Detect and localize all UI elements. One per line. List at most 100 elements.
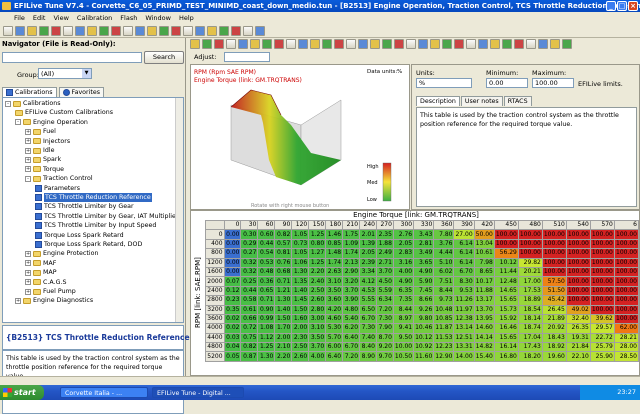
toolbar-button-icon[interactable]: [15, 25, 25, 36]
toolbar-button-icon[interactable]: [255, 25, 265, 36]
table-cell[interactable]: 11.53: [433, 332, 455, 344]
table-tool-icon[interactable]: [406, 39, 416, 49]
tree-node[interactable]: + MAP: [25, 268, 57, 277]
table-cell[interactable]: 0.68: [274, 266, 293, 278]
table-cell[interactable]: 0.32: [240, 257, 259, 268]
toolbar-button-icon[interactable]: [111, 25, 121, 36]
table-cell[interactable]: 100.00: [589, 285, 615, 297]
table-cell[interactable]: 100.00: [589, 257, 615, 268]
tree-node[interactable]: + C.A.G.S: [25, 278, 66, 287]
table-cell[interactable]: 39.62: [589, 313, 615, 325]
tree-node[interactable]: EFILive Custom Calibrations: [15, 108, 113, 117]
expand-icon[interactable]: +: [25, 260, 31, 267]
table-cell[interactable]: 1.12: [257, 332, 276, 344]
tree-node[interactable]: - Calibrations: [5, 99, 61, 108]
table-cell[interactable]: 8.90: [359, 351, 377, 362]
table-cell[interactable]: 0.57: [274, 238, 293, 250]
table-cell[interactable]: 0.00: [223, 266, 242, 278]
column-header[interactable]: 60: [257, 219, 276, 231]
column-header[interactable]: 6: [613, 219, 639, 231]
table-cell[interactable]: 0.90: [257, 304, 276, 315]
column-header[interactable]: 450: [493, 219, 519, 231]
toolbar-button-icon[interactable]: [87, 25, 97, 36]
table-cell[interactable]: 0.85: [325, 238, 344, 250]
table-cell[interactable]: 7.30: [359, 323, 377, 334]
row-header[interactable]: 400: [205, 238, 225, 250]
table-cell[interactable]: 100.00: [493, 229, 519, 240]
table-cell[interactable]: 6.02: [433, 266, 455, 278]
table-cell[interactable]: 12.38: [453, 313, 475, 325]
table-cell[interactable]: 0.76: [274, 257, 293, 268]
table-tool-icon[interactable]: [358, 39, 368, 49]
table-cell[interactable]: 2.10: [274, 342, 293, 353]
table-cell[interactable]: 1.05: [291, 248, 310, 259]
column-header[interactable]: 240: [359, 219, 377, 231]
table-cell[interactable]: 49.02: [565, 304, 591, 315]
tab-user-notes[interactable]: User notes: [460, 96, 503, 106]
column-header[interactable]: 510: [541, 219, 567, 231]
table-tool-icon[interactable]: [454, 39, 464, 49]
table-cell[interactable]: 0.54: [257, 248, 276, 259]
table-cell[interactable]: 100.00: [541, 248, 567, 259]
tab-calibrations[interactable]: Calibrations: [2, 87, 57, 97]
table-tool-icon[interactable]: [310, 39, 320, 49]
table-cell[interactable]: 8.66: [413, 295, 435, 306]
row-header[interactable]: 4000: [205, 323, 225, 334]
table-cell[interactable]: 13.17: [473, 295, 495, 306]
table-cell[interactable]: 1.46: [325, 229, 344, 240]
table-cell[interactable]: 100.00: [541, 266, 567, 278]
expand-icon[interactable]: +: [25, 147, 31, 154]
table-cell[interactable]: 8.70: [375, 332, 394, 344]
table-cell[interactable]: 0.72: [240, 323, 259, 334]
table-cell[interactable]: 29.82: [517, 257, 543, 268]
table-tool-icon[interactable]: [490, 39, 500, 49]
table-cell[interactable]: 20.21: [517, 266, 543, 278]
table-cell[interactable]: 3.90: [342, 295, 361, 306]
table-cell[interactable]: 6.14: [453, 248, 475, 259]
table-cell[interactable]: 3.43: [413, 229, 435, 240]
table-cell[interactable]: 10.48: [433, 304, 455, 315]
table-cell[interactable]: 6.14: [453, 257, 475, 268]
table-cell[interactable]: 19.60: [541, 351, 567, 362]
table-cell[interactable]: 100.00: [613, 313, 639, 325]
column-header[interactable]: 270: [375, 219, 394, 231]
tree-node[interactable]: Torque Loss Spark Retard: [35, 231, 124, 240]
table-cell[interactable]: 11.87: [433, 323, 455, 334]
tree-node[interactable]: + Injectors: [25, 137, 70, 146]
table-cell[interactable]: 18.43: [541, 332, 567, 344]
tree-node[interactable]: + Engine Protection: [25, 249, 98, 258]
table-cell[interactable]: 18.89: [517, 295, 543, 306]
table-cell[interactable]: 4.20: [325, 304, 344, 315]
table-tool-icon[interactable]: [382, 39, 392, 49]
table-cell[interactable]: 100.00: [493, 238, 519, 250]
table-tool-icon[interactable]: [286, 39, 296, 49]
table-cell[interactable]: 3.50: [308, 332, 327, 344]
table-cell[interactable]: 0.71: [274, 276, 293, 287]
table-cell[interactable]: 26.35: [565, 323, 591, 334]
table-cell[interactable]: 5.10: [433, 257, 455, 268]
toolbar-button-icon[interactable]: [147, 25, 157, 36]
table-cell[interactable]: 12.90: [433, 351, 455, 362]
table-cell[interactable]: 100.00: [613, 257, 639, 268]
table-cell[interactable]: 100.00: [517, 229, 543, 240]
table-cell[interactable]: 100.00: [517, 248, 543, 259]
expand-icon[interactable]: +: [25, 128, 31, 135]
table-tool-icon[interactable]: [394, 39, 404, 49]
table-tool-icon[interactable]: [334, 39, 344, 49]
column-header[interactable]: 540: [565, 219, 591, 231]
table-cell[interactable]: 56.29: [493, 248, 519, 259]
table-cell[interactable]: 4.00: [392, 266, 415, 278]
table-cell[interactable]: 6.40: [342, 332, 361, 344]
table-cell[interactable]: 15.40: [473, 351, 495, 362]
table-cell[interactable]: 25.79: [589, 342, 615, 353]
table-tool-icon[interactable]: [238, 39, 248, 49]
expand-icon[interactable]: +: [25, 156, 31, 163]
column-header[interactable]: 150: [308, 219, 327, 231]
row-header[interactable]: 3600: [205, 313, 225, 325]
table-cell[interactable]: 1.05: [291, 229, 310, 240]
minimize-button[interactable]: _: [606, 1, 616, 11]
table-cell[interactable]: 1.35: [291, 276, 310, 287]
table-cell[interactable]: 12.51: [453, 332, 475, 344]
table-cell[interactable]: 57.50: [541, 276, 567, 287]
table-cell[interactable]: 0.53: [257, 257, 276, 268]
